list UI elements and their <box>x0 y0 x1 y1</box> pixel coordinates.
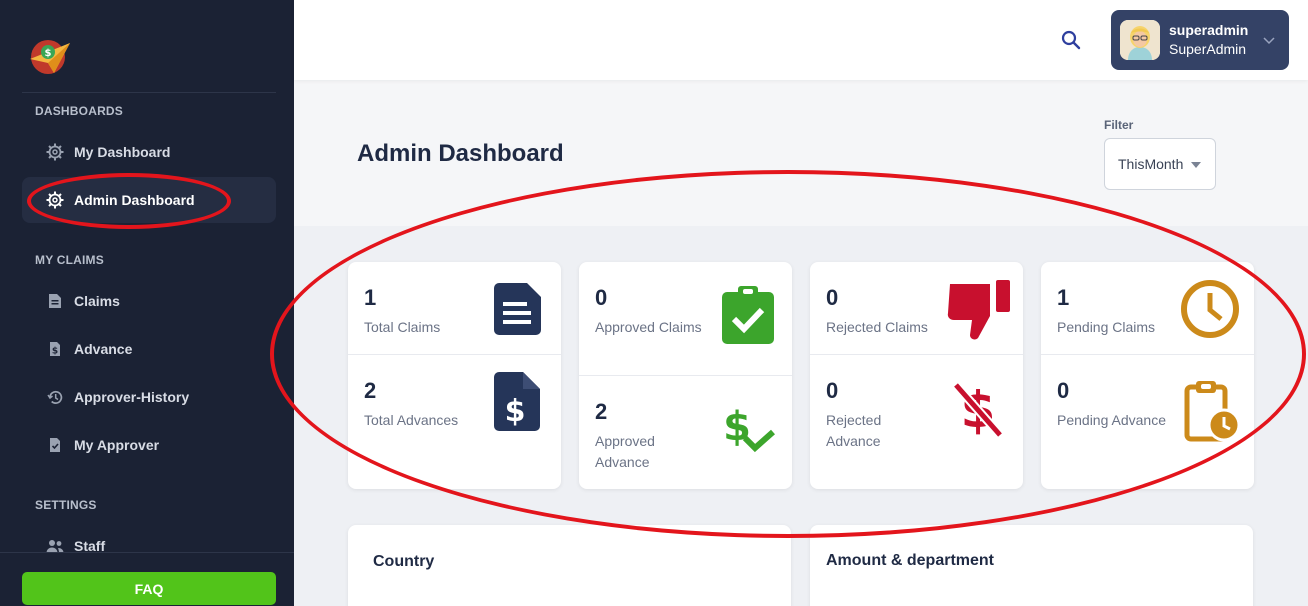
filter-select[interactable]: ThisMonth <box>1104 138 1216 190</box>
filter-value: ThisMonth <box>1118 156 1184 172</box>
dollar-document-icon: $ <box>492 371 542 438</box>
search-icon[interactable] <box>1060 29 1082 51</box>
stat-total-advances[interactable]: 2 Total Advances $ <box>348 354 561 489</box>
sidebar-item-approver-history[interactable]: Approver-History <box>22 374 276 420</box>
sidebar-item-label: Approver-History <box>74 389 190 405</box>
svg-text:$: $ <box>52 347 58 357</box>
sidebar: $ DASHBOARDS My Dashboard Admin Dashboar… <box>0 0 294 606</box>
sidebar-item-label: Advance <box>74 341 133 357</box>
stat-value: 0 <box>826 285 839 310</box>
stat-label: Pending Claims <box>1057 319 1156 335</box>
stat-value: 1 <box>364 285 377 310</box>
clipboard-check-icon <box>721 286 775 351</box>
divider <box>22 92 276 93</box>
dollar-document-icon: $ <box>46 340 64 358</box>
stat-value: 0 <box>826 378 839 403</box>
stat-pending-advance[interactable]: 0 Pending Advance <box>1041 354 1254 489</box>
sidebar-item-advance[interactable]: $ Advance <box>22 326 276 372</box>
stat-rejected-claims[interactable]: 0 Rejected Claims <box>810 262 1023 354</box>
sidebar-footer: FAQ <box>0 552 294 606</box>
section-title-settings: SETTINGS <box>35 498 97 512</box>
panel-country: Country <box>348 525 791 606</box>
top-bar: superadmin SuperAdmin <box>294 0 1308 80</box>
stat-card-totals: 1 Total Claims 2 Total Advances $ <box>348 262 561 489</box>
stat-card-pending: 1 Pending Claims 0 Pending Advance <box>1041 262 1254 489</box>
stat-value: 0 <box>595 285 608 310</box>
faq-button[interactable]: FAQ <box>22 572 276 605</box>
stat-label: Total Advances <box>364 412 459 428</box>
history-icon <box>46 388 64 406</box>
section-title-dashboards: DASHBOARDS <box>35 104 124 118</box>
sidebar-item-my-approver[interactable]: My Approver <box>22 422 276 468</box>
stat-card-rejected: 0 Rejected Claims 0 Rejected Advance $ <box>810 262 1023 489</box>
stat-label: Rejected Advance <box>826 412 882 449</box>
sidebar-item-label: Admin Dashboard <box>74 192 195 208</box>
page-title: Admin Dashboard <box>357 140 564 167</box>
sidebar-item-claims[interactable]: Claims <box>22 278 276 324</box>
stat-rejected-advance[interactable]: 0 Rejected Advance $ <box>810 354 1023 489</box>
document-icon <box>490 282 544 341</box>
clock-icon <box>1179 278 1241 345</box>
clipboard-clock-icon <box>1183 379 1241 448</box>
svg-text:$: $ <box>505 394 526 429</box>
panel-title: Amount & department <box>826 552 994 569</box>
stat-approved-claims[interactable]: 0 Approved Claims <box>579 262 792 375</box>
panel-title: Country <box>373 553 435 570</box>
app-logo[interactable]: $ <box>28 37 72 77</box>
gear-icon <box>46 143 64 161</box>
stat-total-claims[interactable]: 1 Total Claims <box>348 262 561 354</box>
stat-value: 0 <box>1057 378 1070 403</box>
sidebar-item-my-dashboard[interactable]: My Dashboard <box>22 129 276 175</box>
stat-approved-advance[interactable]: 2 Approved Advance $ <box>579 375 792 489</box>
stat-value: 2 <box>364 378 377 403</box>
sidebar-item-admin-dashboard[interactable]: Admin Dashboard <box>22 177 276 223</box>
stat-value: 1 <box>1057 285 1070 310</box>
sidebar-item-label: Claims <box>74 293 120 309</box>
stat-label: Approved Claims <box>595 319 702 335</box>
stat-label: Total Claims <box>364 319 441 335</box>
user-name: superadmin <box>1169 22 1249 38</box>
stat-pending-claims[interactable]: 1 Pending Claims <box>1041 262 1254 354</box>
section-title-my-claims: MY CLAIMS <box>35 253 104 267</box>
caret-down-icon <box>1191 162 1201 168</box>
stat-label: Approved Advance <box>595 433 655 470</box>
chevron-down-icon <box>1263 32 1275 50</box>
sidebar-item-label: My Dashboard <box>74 144 171 160</box>
user-names: superadmin SuperAdmin <box>1169 21 1248 59</box>
svg-text:$: $ <box>45 48 52 59</box>
no-dollar-icon: $ <box>950 379 1006 444</box>
stat-label: Rejected Claims <box>826 319 928 335</box>
user-menu[interactable]: superadmin SuperAdmin <box>1111 10 1289 70</box>
gear-icon <box>46 191 64 209</box>
avatar <box>1120 20 1160 60</box>
dollar-check-icon: $ <box>723 402 777 463</box>
panel-amount-department: Amount & department <box>810 525 1253 606</box>
stat-card-approved: 0 Approved Claims 2 Approved Advance $ <box>579 262 792 489</box>
stat-label: Pending Advance <box>1057 412 1166 428</box>
thumbs-down-icon <box>946 280 1012 347</box>
filter-label: Filter <box>1104 118 1134 132</box>
check-document-icon <box>46 436 64 454</box>
sidebar-item-label: My Approver <box>74 437 160 453</box>
stat-value: 2 <box>595 399 608 424</box>
document-icon <box>46 292 64 310</box>
user-role: SuperAdmin <box>1169 41 1247 57</box>
